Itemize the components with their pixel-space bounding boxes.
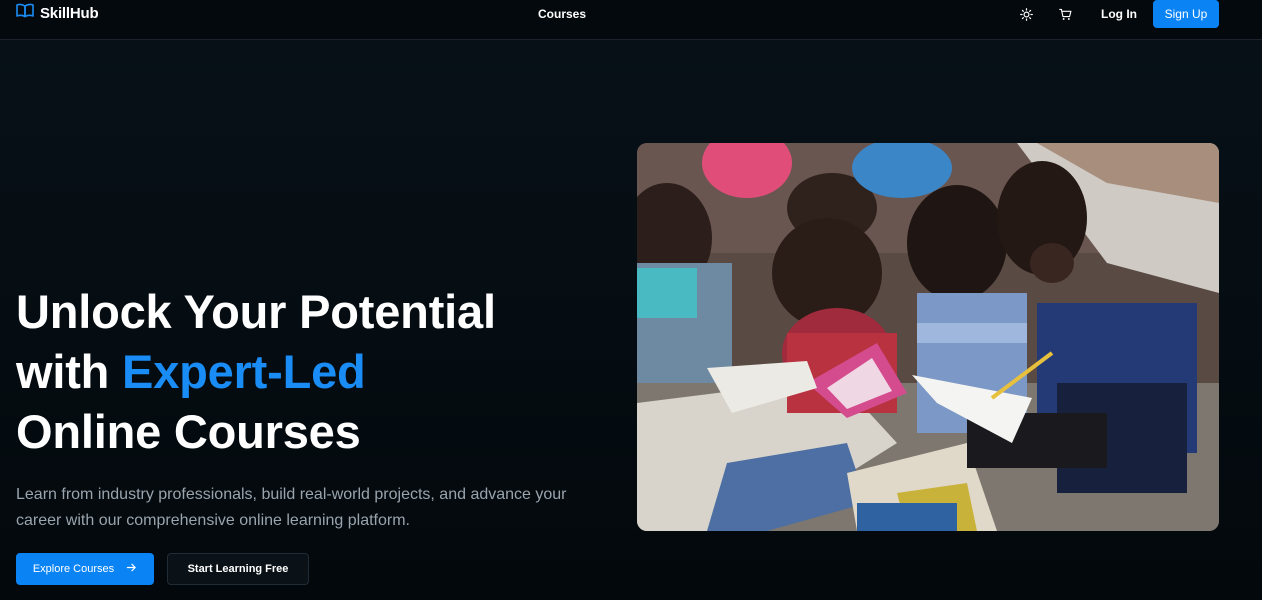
arrow-right-icon (126, 562, 137, 576)
brand-name: SkillHub (40, 4, 99, 22)
nav-link-courses[interactable]: Courses (538, 7, 586, 21)
explore-courses-button[interactable]: Explore Courses (16, 553, 154, 585)
sun-icon[interactable] (1019, 7, 1033, 21)
cart-icon[interactable] (1058, 7, 1072, 21)
hero-subtitle: Learn from industry professionals, build… (16, 486, 567, 529)
start-learning-free-button[interactable]: Start Learning Free (167, 553, 309, 585)
book-icon (16, 3, 34, 24)
brand-logo[interactable]: SkillHub (16, 3, 99, 24)
explore-courses-label: Explore Courses (32, 563, 115, 575)
hero-title-line3: Online Courses (16, 405, 361, 458)
hero-title-line1: Unlock Your Potential (16, 285, 496, 338)
hero-image (637, 143, 1219, 531)
hero-title-accent: Expert-Led (122, 345, 366, 398)
hero-title-line2-prefix: with (16, 345, 123, 398)
top-navbar: SkillHub Courses Log In Sign Up (0, 0, 1262, 40)
signup-button[interactable]: Sign Up (1153, 0, 1219, 28)
login-link[interactable]: Log In (1101, 7, 1137, 21)
hero-title: Unlock Your Potential with Expert-Led On… (16, 282, 616, 462)
